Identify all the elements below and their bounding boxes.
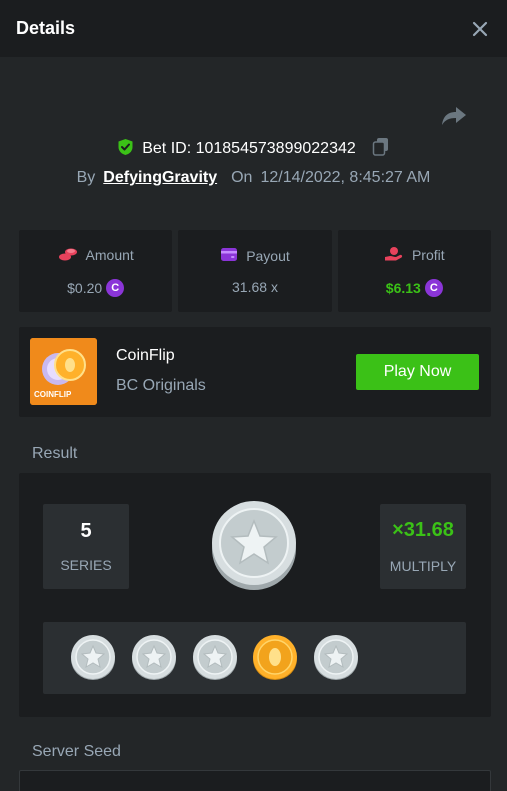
amount-stat: Amount $0.20 C [19,230,173,312]
server-seed-field[interactable] [19,770,491,791]
profit-stat: Profit $6.13 C [337,230,491,312]
profit-header: Profit [384,246,445,265]
coins-icon [58,246,78,265]
details-header: Details [0,0,507,57]
server-seed-label: Server Seed [32,743,121,760]
game-thumbnail[interactable]: COINFLIP [30,338,97,405]
silver-coin-icon [191,633,239,681]
payout-value: 31.68 x [232,279,278,295]
flip-history [43,622,466,694]
result-panel: 5 SERIES ×31.68 MULTIPLY [19,473,491,717]
multiply-value: ×31.68 [392,519,454,541]
payout-stat: Payout 31.68 x [178,230,332,312]
series-box: 5 SERIES [43,504,129,589]
on-label: On [231,169,253,186]
bet-stats: Amount $0.20 C Payout 31.68 x Profit $6.… [19,230,491,312]
page-title: Details [16,18,76,38]
payout-header: Payout [220,247,290,265]
amount-label: Amount [85,247,134,263]
share-icon[interactable] [440,104,468,128]
gold-coin-icon [251,633,299,681]
bet-timestamp: 12/14/2022, 8:45:27 AM [260,169,431,186]
coin-currency-icon: C [106,278,125,297]
thumbnail-label: COINFLIP [34,390,72,399]
silver-coin-icon [69,633,117,681]
game-name[interactable]: CoinFlip [116,347,175,365]
coin-currency-icon: C [424,278,443,297]
silver-coin-icon [130,633,178,681]
series-value: 5 [80,520,92,542]
amount-header: Amount [58,246,134,265]
bet-id: Bet ID: 101854573899022342 [142,140,356,157]
payout-label: Payout [246,248,290,264]
game-card: COINFLIP CoinFlip BC Originals Play Now [19,327,491,417]
amount-value: $0.20 C [67,278,125,297]
by-label: By [76,169,96,186]
profit-label: Profit [411,247,445,263]
silver-coin-icon [312,633,360,681]
profit-text: $6.13 [385,279,421,296]
result-coin-icon [210,499,298,591]
multiply-box: ×31.68 MULTIPLY [380,504,466,589]
bet-id-row: Bet ID: 101854573899022342 [0,136,507,162]
series-label: SERIES [60,557,112,573]
profit-value: $6.13 C [385,278,443,297]
multiply-label: MULTIPLY [389,558,457,574]
play-now-button[interactable]: Play Now [356,354,479,390]
shield-check-icon [117,138,134,161]
wallet-icon [220,247,238,265]
hand-coin-icon [384,246,404,265]
copy-icon[interactable] [372,137,390,161]
bet-meta-row: By DefyingGravity On 12/14/2022, 8:45:27… [0,166,507,190]
result-label: Result [32,445,78,462]
username-link[interactable]: DefyingGravity [103,169,217,187]
amount-text: $0.20 [67,279,103,296]
game-provider: BC Originals [116,377,206,394]
close-icon[interactable] [469,18,491,40]
